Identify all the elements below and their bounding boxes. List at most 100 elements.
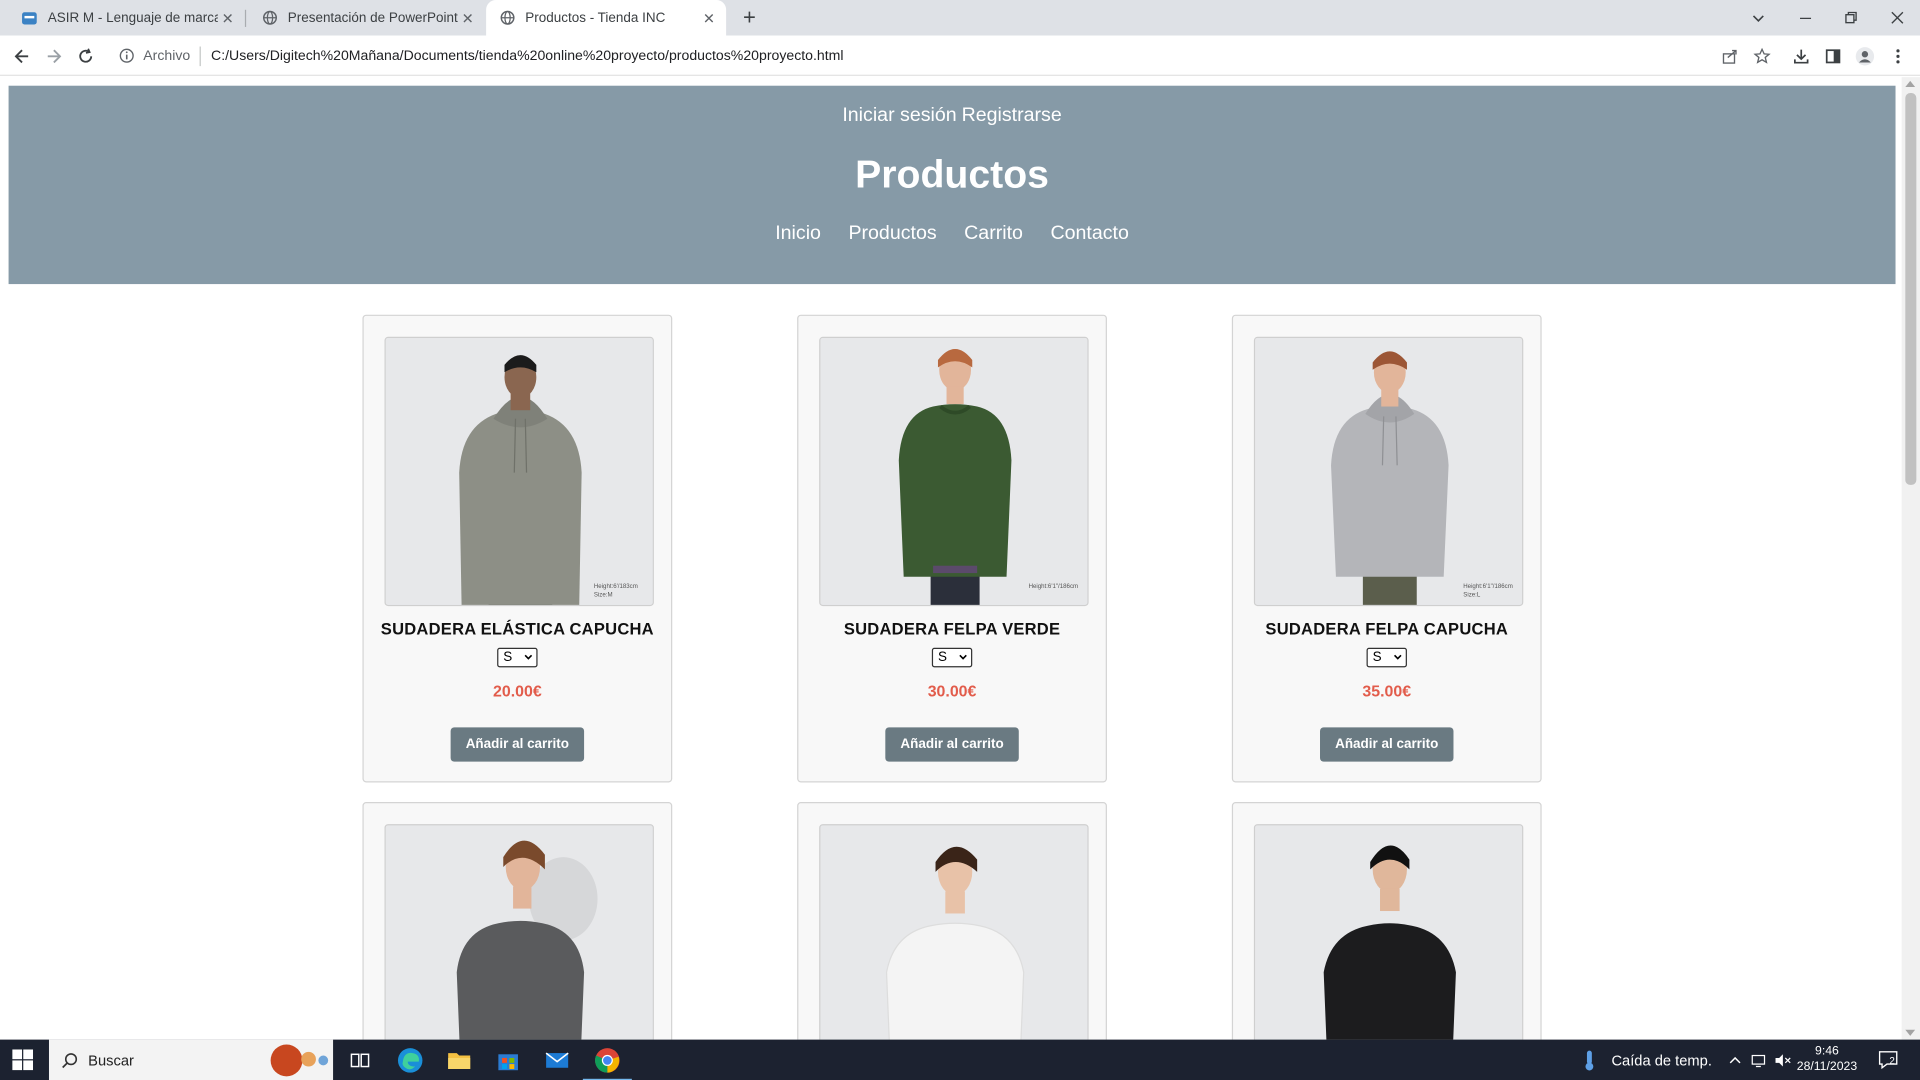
- product-name: SUDADERA FELPA VERDE: [843, 619, 1061, 638]
- auth-links: Iniciar sesión Registrarse: [9, 105, 1896, 127]
- windows-taskbar: Buscar Caída de temp. 9:46 28/11/2023 2: [0, 1039, 1920, 1080]
- product-image[interactable]: [384, 824, 654, 1040]
- scrollbar-thumb[interactable]: [1905, 93, 1917, 485]
- register-link[interactable]: Registrarse: [962, 105, 1062, 126]
- restore-button[interactable]: [1827, 0, 1874, 36]
- browser-tab[interactable]: Presentación de PowerPoint ✕: [240, 0, 485, 36]
- notification-center-icon[interactable]: 2: [1878, 1040, 1900, 1080]
- taskbar-search-placeholder: Buscar: [88, 1051, 134, 1069]
- product-image[interactable]: Height:6'/183cm Size:M: [384, 336, 654, 607]
- product-card: Height:6'/183cm Size:M SUDADERA ELÁSTICA…: [362, 314, 673, 783]
- tab-search-icon[interactable]: [1735, 0, 1782, 36]
- download-icon[interactable]: [1790, 45, 1812, 67]
- menu-dots-icon[interactable]: [1887, 45, 1909, 67]
- nav-link-carrito[interactable]: Carrito: [964, 223, 1023, 244]
- product-card: [362, 802, 673, 1040]
- browser-toolbar: Archivo C:/Users/Digitech%20Mañana/Docum…: [0, 35, 1920, 76]
- tab-title: Presentación de PowerPoint: [287, 10, 458, 26]
- file-explorer-icon[interactable]: [443, 1044, 475, 1076]
- product-price: 35.00€: [1362, 682, 1412, 701]
- browser-tab-active[interactable]: Productos - Tienda INC ✕: [486, 0, 727, 36]
- address-scheme-label: Archivo: [143, 48, 191, 64]
- size-select[interactable]: S: [497, 647, 538, 668]
- scroll-up-icon[interactable]: [1905, 80, 1916, 87]
- mail-icon[interactable]: [541, 1044, 573, 1076]
- product-image[interactable]: [1253, 824, 1524, 1040]
- product-price: 30.00€: [927, 682, 977, 701]
- svg-text:Height:6'/183cm: Height:6'/183cm: [594, 583, 638, 590]
- close-tab-icon[interactable]: ✕: [218, 9, 238, 26]
- side-panel-icon[interactable]: [1822, 45, 1844, 67]
- tab-title: ASIR M - Lenguaje de marcas y ...: [47, 10, 218, 26]
- vertical-scrollbar[interactable]: [1901, 77, 1920, 1040]
- profile-avatar-icon[interactable]: [1854, 45, 1876, 67]
- taskbar-search-box[interactable]: Buscar: [48, 1039, 334, 1080]
- network-icon[interactable]: [1751, 1040, 1768, 1080]
- globe-icon: [498, 9, 515, 26]
- page-title: Productos: [855, 151, 1049, 196]
- info-icon[interactable]: [119, 48, 136, 65]
- close-window-button[interactable]: [1873, 0, 1920, 36]
- product-image[interactable]: Height:6'1"/186cm Size:L: [1253, 336, 1524, 607]
- tab-title: Productos - Tienda INC: [525, 10, 666, 26]
- search-icon: [61, 1051, 78, 1068]
- nav-link-contacto[interactable]: Contacto: [1050, 223, 1128, 244]
- product-image[interactable]: [819, 824, 1089, 1040]
- share-icon[interactable]: [1719, 45, 1741, 67]
- minimize-button[interactable]: [1782, 0, 1829, 36]
- nav-link-productos[interactable]: Productos: [848, 223, 936, 244]
- svg-text:Height:6'1"/186cm: Height:6'1"/186cm: [1463, 583, 1513, 590]
- reload-button[interactable]: [72, 43, 99, 70]
- address-divider: [200, 46, 202, 67]
- svg-text:Size:L: Size:L: [1463, 591, 1481, 598]
- volume-muted-icon[interactable]: [1774, 1040, 1791, 1080]
- chrome-browser-icon[interactable]: [582, 1044, 632, 1080]
- tray-chevron-icon[interactable]: [1728, 1040, 1743, 1080]
- page-viewport: Iniciar sesión Registrarse Productos Inic…: [0, 77, 1902, 1040]
- bookmark-star-icon[interactable]: [1751, 45, 1773, 67]
- size-select[interactable]: S: [931, 647, 973, 668]
- task-view-icon[interactable]: [344, 1044, 376, 1076]
- login-link[interactable]: Iniciar sesión: [842, 105, 956, 126]
- add-to-cart-button[interactable]: Añadir al carrito: [885, 727, 1019, 762]
- taskbar-clock[interactable]: 9:46 28/11/2023: [1790, 1043, 1863, 1075]
- close-tab-icon[interactable]: ✕: [458, 9, 478, 26]
- size-value: S: [937, 650, 947, 665]
- add-to-cart-button[interactable]: Añadir al carrito: [1320, 727, 1454, 762]
- browser-tab[interactable]: ASIR M - Lenguaje de marcas y ... ✕: [0, 0, 245, 36]
- forward-button[interactable]: [40, 43, 67, 70]
- chevron-down-icon: [959, 654, 967, 660]
- clock-date: 28/11/2023: [1796, 1060, 1858, 1074]
- new-tab-button[interactable]: +: [737, 5, 761, 29]
- size-select[interactable]: S: [1366, 647, 1407, 668]
- chevron-down-icon: [1393, 654, 1402, 660]
- add-to-cart-button[interactable]: Añadir al carrito: [450, 727, 585, 762]
- size-value: S: [503, 650, 513, 665]
- close-tab-icon[interactable]: ✕: [699, 9, 719, 26]
- search-highlight-image: [270, 1044, 329, 1077]
- moodle-icon: [21, 9, 38, 26]
- chevron-down-icon: [524, 654, 533, 660]
- product-card: Height:6'1"/186cm SUDADERA FELPA VERDE S…: [797, 314, 1107, 783]
- address-url[interactable]: C:/Users/Digitech%20Mañana/Documents/tie…: [211, 49, 843, 64]
- product-card: [1231, 802, 1542, 1040]
- globe-icon: [261, 9, 278, 26]
- windows-start-icon[interactable]: [12, 1049, 34, 1071]
- back-button[interactable]: [9, 43, 36, 70]
- microsoft-store-icon[interactable]: [492, 1044, 524, 1076]
- product-name: SUDADERA FELPA CAPUCHA: [1265, 619, 1509, 638]
- product-card: Height:6'1"/186cm Size:L SUDADERA FELPA …: [1231, 314, 1542, 783]
- product-name: SUDADERA ELÁSTICA CAPUCHA: [380, 619, 654, 638]
- weather-text: Caída de temp.: [1611, 1051, 1712, 1069]
- product-price: 20.00€: [492, 682, 542, 701]
- product-card: [797, 802, 1107, 1040]
- size-value: S: [1372, 650, 1382, 665]
- svg-text:Size:M: Size:M: [594, 591, 613, 598]
- notification-count: 2: [1889, 1055, 1895, 1067]
- edge-browser-icon[interactable]: [394, 1044, 426, 1076]
- address-bar[interactable]: Archivo C:/Users/Digitech%20Mañana/Docum…: [110, 39, 1782, 74]
- product-image[interactable]: Height:6'1"/186cm: [819, 336, 1089, 607]
- scroll-down-icon[interactable]: [1905, 1029, 1916, 1036]
- nav-link-inicio[interactable]: Inicio: [775, 223, 821, 244]
- weather-widget[interactable]: Caída de temp.: [1580, 1040, 1712, 1080]
